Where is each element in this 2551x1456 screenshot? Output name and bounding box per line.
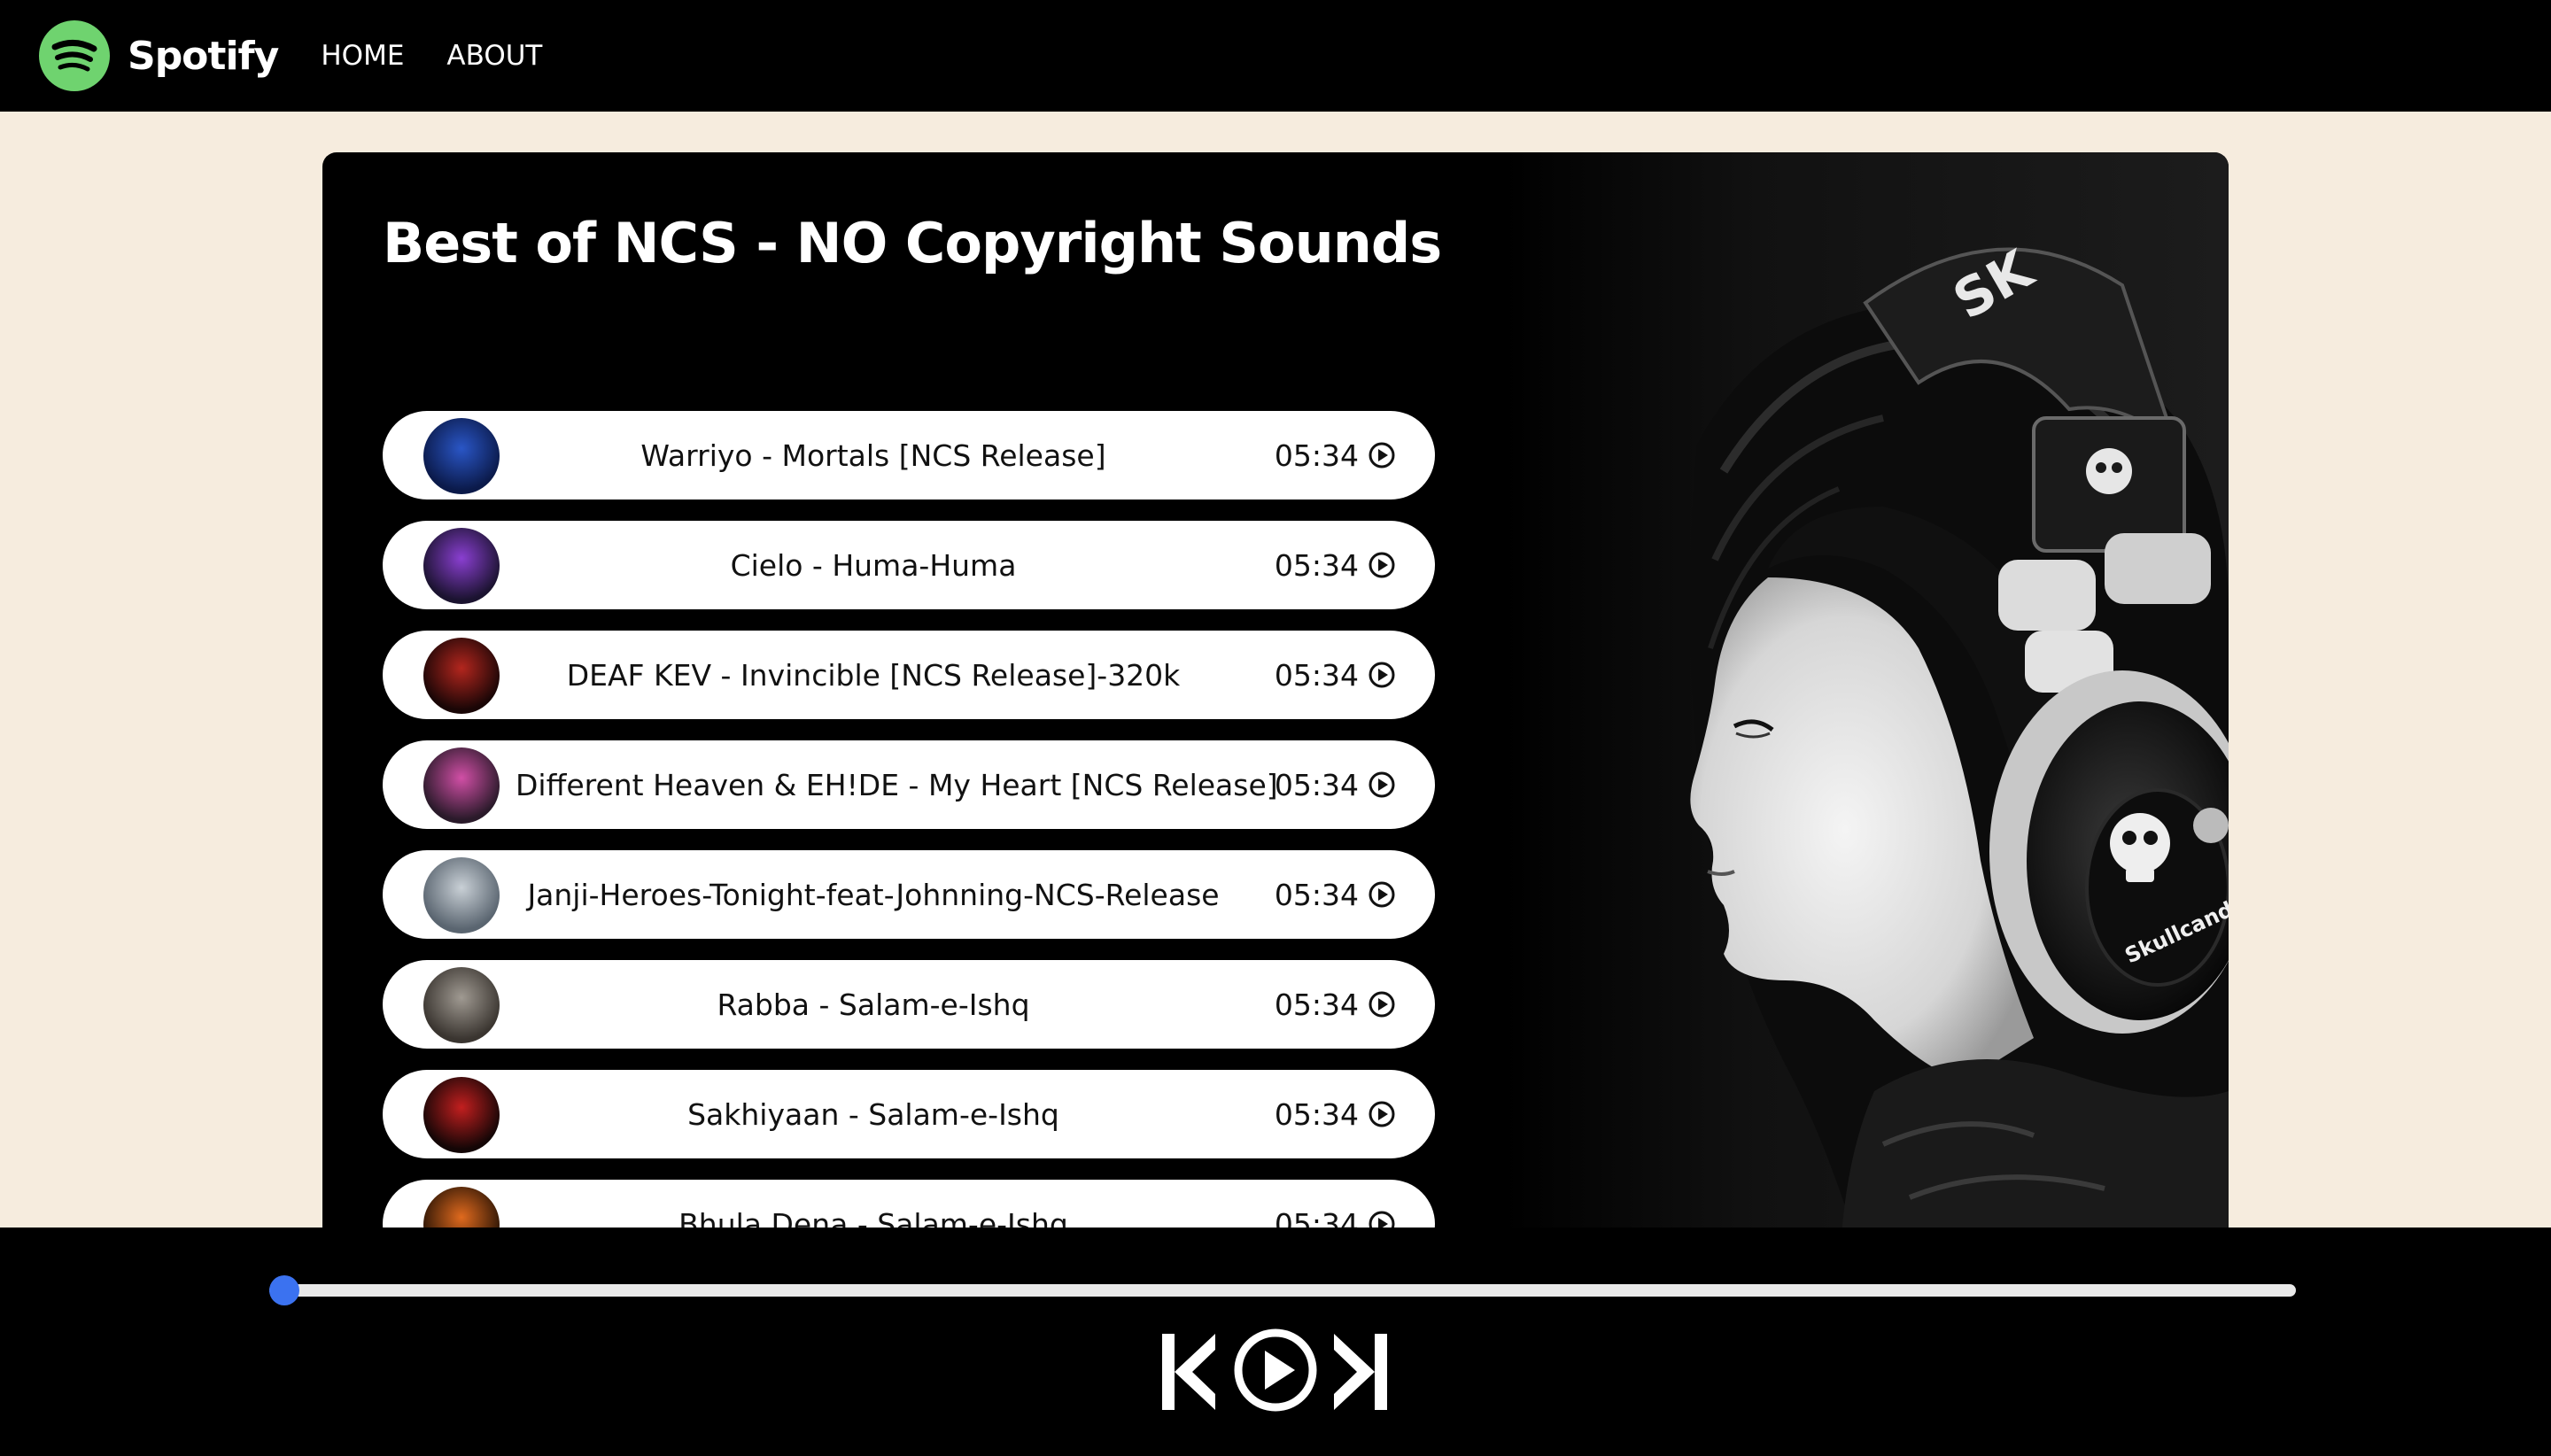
song-play-icon[interactable] [1368, 661, 1396, 689]
song-duration: 05:34 [1274, 767, 1359, 802]
song-cover-image [423, 967, 500, 1043]
song-duration: 05:34 [1274, 657, 1359, 693]
song-item[interactable]: Warriyo - Mortals [NCS Release] 05:34 [383, 411, 1435, 500]
nav-link-home[interactable]: HOME [321, 40, 404, 72]
song-name: DEAF KEV - Invincible [NCS Release]-320k [566, 657, 1181, 693]
song-duration: 05:34 [1274, 1096, 1359, 1132]
play-icon[interactable] [1233, 1327, 1318, 1413]
playlist-title: Best of NCS - NO Copyright Sounds [383, 211, 1442, 275]
hero-headphones-image: SK Skullcandy [1502, 152, 2229, 1304]
song-list: Warriyo - Mortals [NCS Release] 05:34 Ciel… [383, 411, 1435, 1289]
song-play-icon[interactable] [1368, 1100, 1396, 1128]
song-name: Rabba - Salam-e-Ishq [717, 987, 1030, 1022]
top-navbar: Spotify HOME ABOUT [0, 0, 2551, 112]
progress-thumb[interactable] [269, 1275, 299, 1305]
song-cover-image [423, 638, 500, 714]
player-controls [1160, 1327, 1391, 1415]
player-bar [0, 1228, 2551, 1456]
song-cover-image [423, 528, 500, 604]
song-play-icon[interactable] [1368, 771, 1396, 799]
song-item[interactable]: Rabba - Salam-e-Ishq 05:34 [383, 960, 1435, 1049]
previous-track-icon[interactable] [1160, 1332, 1219, 1412]
song-name: Sakhiyaan - Salam-e-Ishq [687, 1096, 1059, 1132]
song-duration: 05:34 [1274, 987, 1359, 1022]
song-cover-image [423, 1077, 500, 1153]
song-name: Janji-Heroes-Tonight-feat-Johnning-NCS-R… [527, 877, 1220, 912]
song-play-icon[interactable] [1368, 880, 1396, 909]
song-name: Warriyo - Mortals [NCS Release] [640, 438, 1106, 473]
song-name: Cielo - Huma-Huma [730, 547, 1017, 583]
song-cover-image [423, 857, 500, 933]
song-duration: 05:34 [1274, 438, 1359, 473]
song-duration: 05:34 [1274, 547, 1359, 583]
brand[interactable]: Spotify [39, 20, 279, 91]
song-name: Different Heaven & EH!DE - My Heart [NCS… [516, 767, 1278, 802]
spotify-logo-icon [39, 20, 110, 91]
nav-link-about[interactable]: ABOUT [446, 40, 542, 72]
song-cover-image [423, 418, 500, 494]
song-play-icon[interactable] [1368, 551, 1396, 579]
song-play-icon[interactable] [1368, 441, 1396, 469]
song-duration: 05:34 [1274, 877, 1359, 912]
playlist-card: SK Skullcandy Best of NCS - NO Copyright… [322, 152, 2229, 1304]
song-item[interactable]: Sakhiyaan - Salam-e-Ishq 05:34 [383, 1070, 1435, 1158]
song-item[interactable]: Cielo - Huma-Huma 05:34 [383, 521, 1435, 609]
song-cover-image [423, 747, 500, 824]
song-play-icon[interactable] [1368, 990, 1396, 1018]
song-item[interactable]: Janji-Heroes-Tonight-feat-Johnning-NCS-R… [383, 850, 1435, 939]
next-track-icon[interactable] [1330, 1332, 1389, 1412]
brand-name: Spotify [128, 33, 279, 79]
song-item[interactable]: DEAF KEV - Invincible [NCS Release]-320k… [383, 631, 1435, 719]
song-item[interactable]: Different Heaven & EH!DE - My Heart [NCS… [383, 740, 1435, 829]
progress-bar[interactable] [269, 1275, 2296, 1305]
